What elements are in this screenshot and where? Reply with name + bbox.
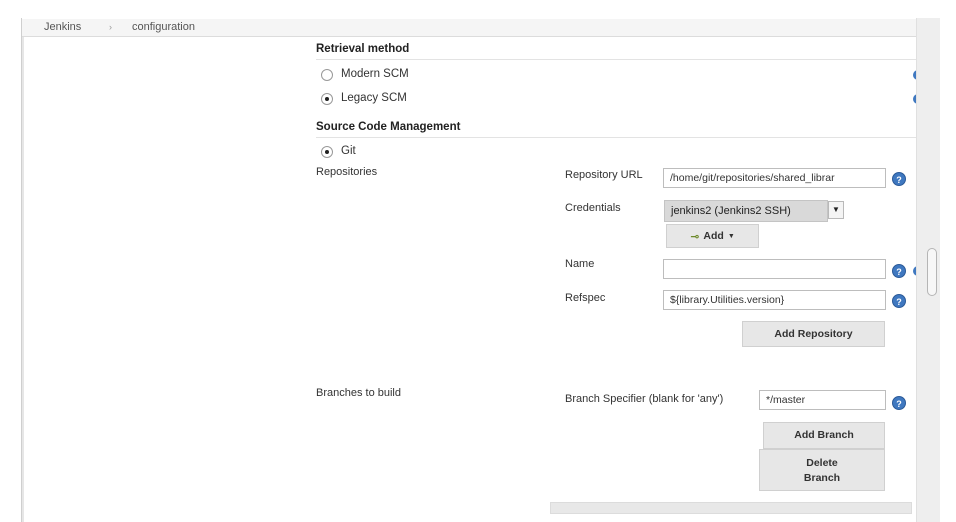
breadcrumb-jenkins-link[interactable]: Jenkins	[44, 21, 81, 33]
scm-divider	[316, 137, 916, 138]
name-label: Name	[565, 258, 595, 270]
add-credentials-button[interactable]: ⊸ Add ▼	[666, 224, 759, 248]
add-button-label: Add	[703, 230, 724, 242]
delete-branch-label-line2: Branch	[803, 472, 841, 484]
branch-specifier-input[interactable]: */master	[759, 390, 886, 410]
add-branch-button[interactable]: Add Branch	[763, 422, 885, 449]
radio-button-selected[interactable]	[321, 93, 333, 105]
repository-url-input[interactable]: /home/git/repositories/shared_librar	[663, 168, 886, 188]
add-repository-button[interactable]: Add Repository	[742, 321, 885, 347]
breadcrumb-separator-icon: ›	[109, 22, 112, 32]
name-input[interactable]	[663, 259, 886, 279]
cut-off-field	[550, 502, 912, 514]
chevron-down-icon[interactable]: ▼	[828, 201, 844, 219]
help-icon[interactable]: ?	[892, 396, 906, 410]
key-icon: ⊸	[690, 230, 700, 243]
chevron-down-icon: ▼	[727, 232, 735, 240]
delete-branch-label-line1: Delete	[806, 457, 838, 469]
branches-to-build-label: Branches to build	[316, 387, 401, 399]
repository-url-label: Repository URL	[565, 169, 643, 181]
credentials-label: Credentials	[565, 202, 621, 214]
radio-button[interactable]	[321, 69, 333, 81]
branch-specifier-label: Branch Specifier (blank for 'any')	[565, 393, 724, 405]
left-gutter	[22, 19, 24, 522]
help-icon[interactable]: ?	[892, 264, 906, 278]
breadcrumb-configuration-link[interactable]: configuration	[132, 21, 195, 33]
radio-button-selected[interactable]	[321, 146, 333, 158]
radio-label: Legacy SCM	[341, 92, 407, 104]
refspec-label: Refspec	[565, 292, 606, 304]
breadcrumb: Jenkins › configuration	[22, 19, 916, 37]
help-icon[interactable]: ?	[892, 172, 906, 186]
radio-label: Modern SCM	[341, 68, 409, 80]
credentials-select[interactable]: jenkins2 (Jenkins2 SSH)	[664, 200, 828, 222]
scm-header: Source Code Management	[316, 121, 461, 133]
repositories-label: Repositories	[316, 166, 378, 178]
scrollbar-thumb[interactable]	[927, 248, 937, 296]
retrieval-method-divider	[316, 59, 916, 60]
right-margin	[940, 18, 956, 522]
radio-label: Git	[341, 145, 356, 157]
help-icon[interactable]: ?	[892, 294, 906, 308]
delete-branch-button[interactable]: Delete Branch	[759, 449, 885, 491]
refspec-input[interactable]: ${library.Utilities.version}	[663, 290, 886, 310]
retrieval-method-header: Retrieval method	[316, 43, 410, 55]
